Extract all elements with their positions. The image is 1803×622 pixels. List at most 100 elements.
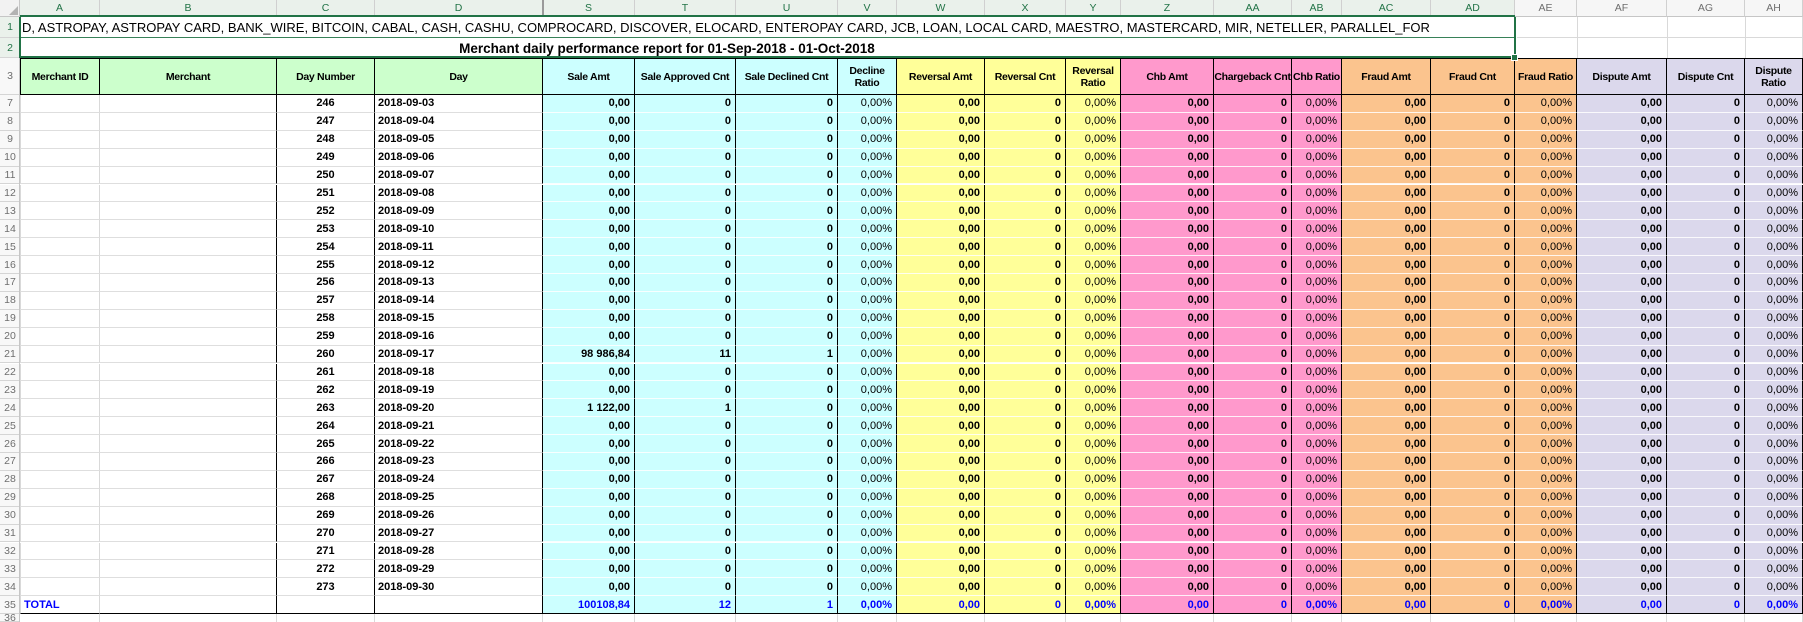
- cell-AA10[interactable]: 0: [1214, 149, 1292, 167]
- cell-V10[interactable]: 0,00%: [838, 149, 897, 167]
- cell-V25[interactable]: 0,00%: [838, 417, 897, 435]
- cell-Y32[interactable]: 0,00%: [1066, 543, 1121, 561]
- cell-B15[interactable]: [100, 238, 277, 256]
- row-header-27[interactable]: 27: [0, 453, 20, 471]
- cell-A20[interactable]: [20, 328, 100, 346]
- cell-AE16[interactable]: 0,00%: [1515, 256, 1577, 274]
- cell-AF15[interactable]: 0,00: [1577, 238, 1667, 256]
- cell-AF31[interactable]: 0,00: [1577, 525, 1667, 543]
- cell-AD26[interactable]: 0: [1431, 435, 1515, 453]
- cell-AD13[interactable]: 0: [1431, 202, 1515, 220]
- cell-AF32[interactable]: 0,00: [1577, 543, 1667, 561]
- cell-U31[interactable]: 0: [736, 525, 838, 543]
- cell-AE25[interactable]: 0,00%: [1515, 417, 1577, 435]
- cell-AC8[interactable]: 0,00: [1342, 113, 1431, 131]
- cell-AA15[interactable]: 0: [1214, 238, 1292, 256]
- cell-D11[interactable]: 2018-09-07: [375, 167, 543, 185]
- cell-W29[interactable]: 0,00: [897, 489, 985, 507]
- column-title-u-cell[interactable]: Sale Declined Cnt: [736, 58, 838, 95]
- cell-AB26[interactable]: 0,00%: [1292, 435, 1342, 453]
- cell-T11[interactable]: 0: [635, 167, 736, 185]
- cell-D19[interactable]: 2018-09-15: [375, 310, 543, 328]
- cell-AC27[interactable]: 0,00: [1342, 453, 1431, 471]
- cell-D34[interactable]: 2018-09-30: [375, 578, 543, 596]
- cell-Y15[interactable]: 0,00%: [1066, 238, 1121, 256]
- cell-W8[interactable]: 0,00: [897, 113, 985, 131]
- cell-AE29[interactable]: 0,00%: [1515, 489, 1577, 507]
- cell-T31[interactable]: 0: [635, 525, 736, 543]
- cell-V11[interactable]: 0,00%: [838, 167, 897, 185]
- cell-AG24[interactable]: 0: [1667, 399, 1745, 417]
- row-header-32[interactable]: 32: [0, 543, 20, 561]
- cell-A29[interactable]: [20, 489, 100, 507]
- cell-Y8[interactable]: 0,00%: [1066, 113, 1121, 131]
- cell-A9[interactable]: [20, 131, 100, 149]
- cell-AC13[interactable]: 0,00: [1342, 202, 1431, 220]
- cell-AB36[interactable]: [1292, 614, 1342, 622]
- cell-W21[interactable]: 0,00: [897, 346, 985, 364]
- cell-C21[interactable]: 260: [277, 346, 375, 364]
- cell-AG9[interactable]: 0: [1667, 131, 1745, 149]
- cell-C32[interactable]: 271: [277, 543, 375, 561]
- cell-AA35[interactable]: 0: [1214, 596, 1292, 614]
- cell-AH28[interactable]: 0,00%: [1745, 471, 1803, 489]
- cell-X16[interactable]: 0: [985, 256, 1066, 274]
- cell-X28[interactable]: 0: [985, 471, 1066, 489]
- cell-B19[interactable]: [100, 310, 277, 328]
- cell-AE17[interactable]: 0,00%: [1515, 274, 1577, 292]
- cell-Y20[interactable]: 0,00%: [1066, 328, 1121, 346]
- cell-AA31[interactable]: 0: [1214, 525, 1292, 543]
- cell-W27[interactable]: 0,00: [897, 453, 985, 471]
- cell-A19[interactable]: [20, 310, 100, 328]
- cell-AA14[interactable]: 0: [1214, 220, 1292, 238]
- cell-D30[interactable]: 2018-09-26: [375, 507, 543, 525]
- cell-AG25[interactable]: 0: [1667, 417, 1745, 435]
- column-title-y-cell[interactable]: Reversal Ratio: [1066, 58, 1121, 95]
- cell-AH24[interactable]: 0,00%: [1745, 399, 1803, 417]
- cell-T9[interactable]: 0: [635, 131, 736, 149]
- cell-B30[interactable]: [100, 507, 277, 525]
- cell-D31[interactable]: 2018-09-27: [375, 525, 543, 543]
- cell-X27[interactable]: 0: [985, 453, 1066, 471]
- cell-AA19[interactable]: 0: [1214, 310, 1292, 328]
- cell-AB8[interactable]: 0,00%: [1292, 113, 1342, 131]
- cell-U32[interactable]: 0: [736, 543, 838, 561]
- cell-V28[interactable]: 0,00%: [838, 471, 897, 489]
- cell-AE8[interactable]: 0,00%: [1515, 113, 1577, 131]
- cell-Z8[interactable]: 0,00: [1121, 113, 1214, 131]
- cell-AG11[interactable]: 0: [1667, 167, 1745, 185]
- cell-B27[interactable]: [100, 453, 277, 471]
- cell-AE11[interactable]: 0,00%: [1515, 167, 1577, 185]
- cell-AG32[interactable]: 0: [1667, 543, 1745, 561]
- cell-C18[interactable]: 257: [277, 292, 375, 310]
- cell-C28[interactable]: 267: [277, 471, 375, 489]
- cell-U24[interactable]: 0: [736, 399, 838, 417]
- cell-AH23[interactable]: 0,00%: [1745, 381, 1803, 399]
- cell-AF24[interactable]: 0,00: [1577, 399, 1667, 417]
- cell-AF19[interactable]: 0,00: [1577, 310, 1667, 328]
- cell-B21[interactable]: [100, 346, 277, 364]
- cell-AC24[interactable]: 0,00: [1342, 399, 1431, 417]
- cell-A36[interactable]: [20, 614, 100, 622]
- cell-AD32[interactable]: 0: [1431, 543, 1515, 561]
- cell-X32[interactable]: 0: [985, 543, 1066, 561]
- cell-W11[interactable]: 0,00: [897, 167, 985, 185]
- cell-T30[interactable]: 0: [635, 507, 736, 525]
- cell-AA21[interactable]: 0: [1214, 346, 1292, 364]
- cell-X26[interactable]: 0: [985, 435, 1066, 453]
- cell-Z25[interactable]: 0,00: [1121, 417, 1214, 435]
- cell-U18[interactable]: 0: [736, 292, 838, 310]
- cell-AF33[interactable]: 0,00: [1577, 560, 1667, 578]
- cell-Y10[interactable]: 0,00%: [1066, 149, 1121, 167]
- row-header-14[interactable]: 14: [0, 220, 20, 238]
- cell-X21[interactable]: 0: [985, 346, 1066, 364]
- cell-D28[interactable]: 2018-09-24: [375, 471, 543, 489]
- cell-Z17[interactable]: 0,00: [1121, 274, 1214, 292]
- cell-AH31[interactable]: 0,00%: [1745, 525, 1803, 543]
- cell-C30[interactable]: 269: [277, 507, 375, 525]
- row-header-19[interactable]: 19: [0, 310, 20, 328]
- cell-C31[interactable]: 270: [277, 525, 375, 543]
- cell-S23[interactable]: 0,00: [543, 381, 635, 399]
- cell-C23[interactable]: 262: [277, 381, 375, 399]
- cell-D9[interactable]: 2018-09-05: [375, 131, 543, 149]
